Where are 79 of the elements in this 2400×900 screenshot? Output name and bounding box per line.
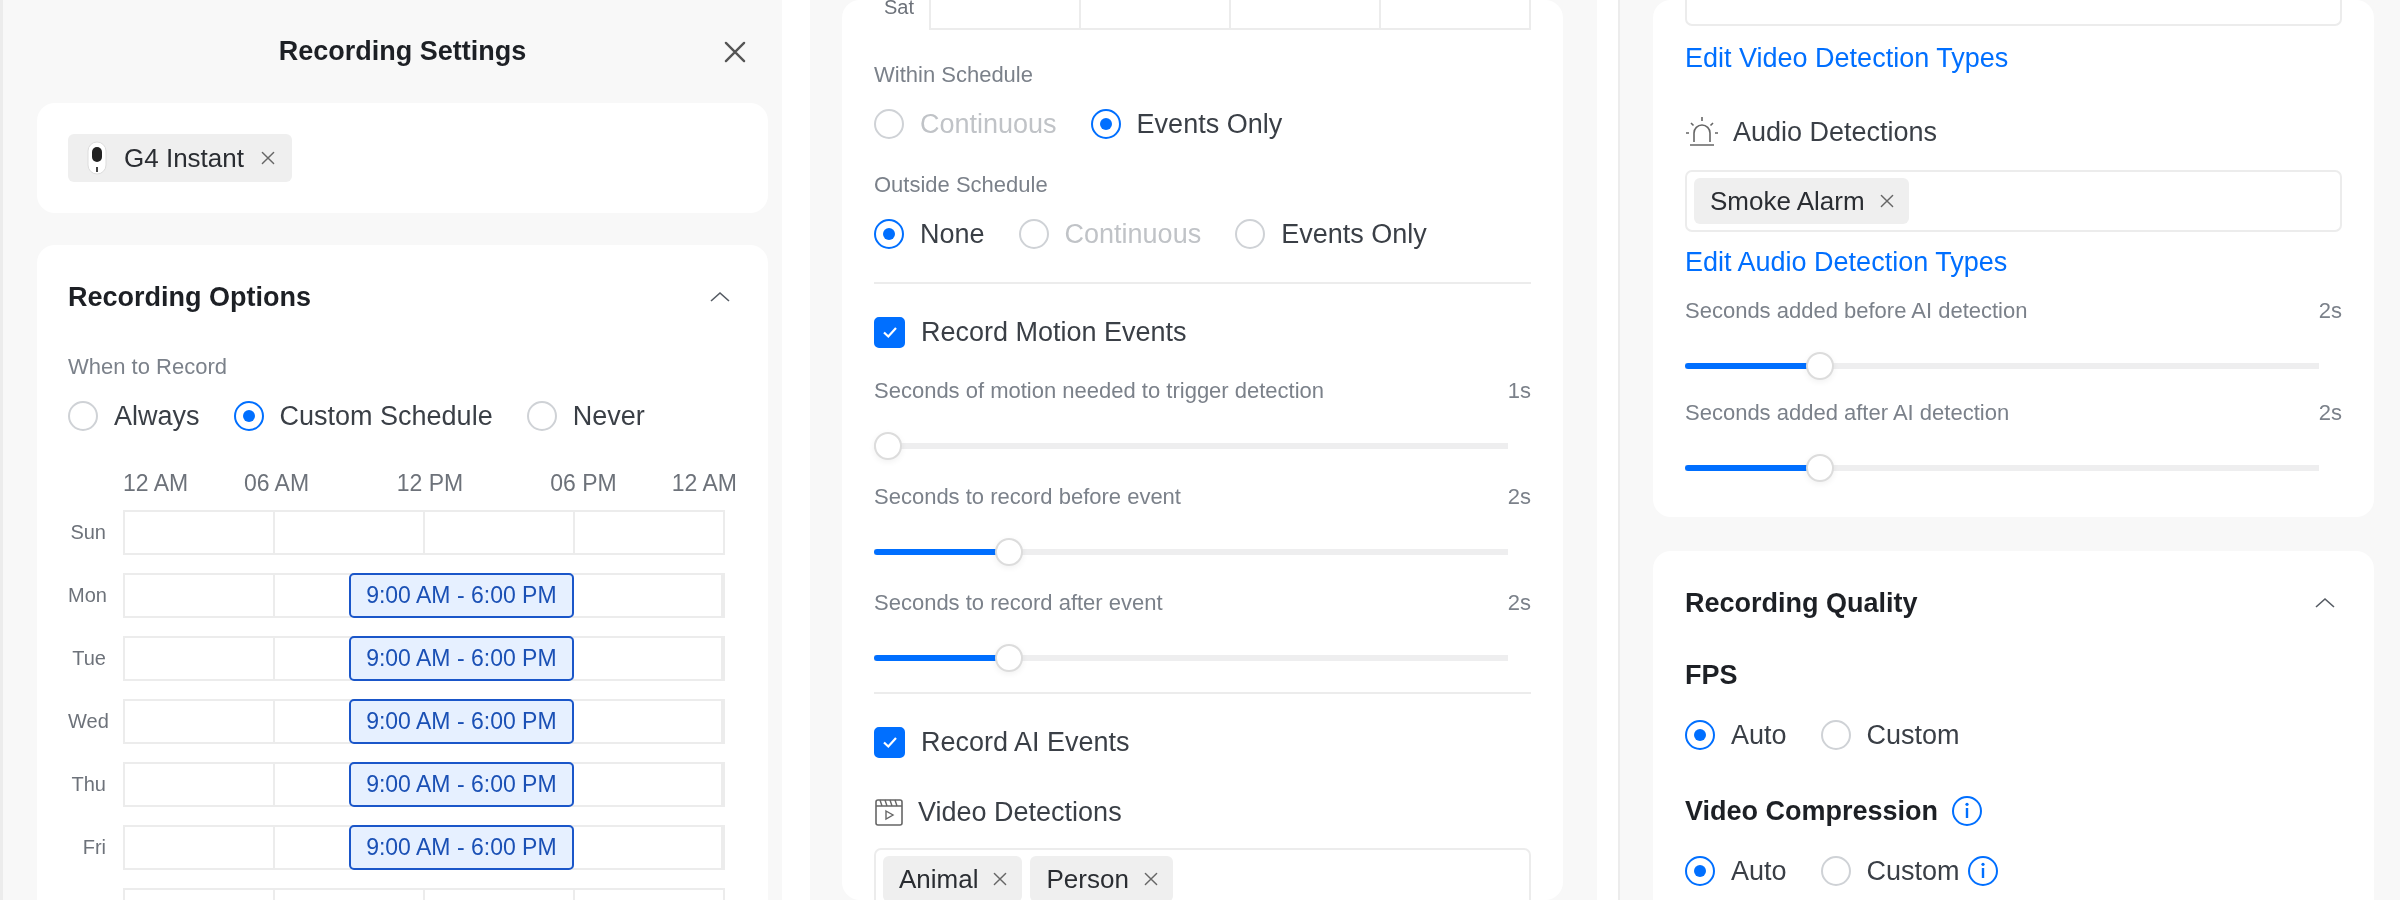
time-label: 12 AM [123, 470, 189, 497]
tag-label: Animal [899, 863, 979, 895]
schedule-block[interactable]: 9:00 AM - 6:00 PM [349, 699, 574, 744]
video-icon [874, 797, 904, 827]
info-icon[interactable] [1951, 795, 1984, 827]
radio-option[interactable]: Custom [1820, 719, 1960, 751]
schedule-block[interactable]: 9:00 AM - 6:00 PM [349, 825, 574, 870]
radio-option[interactable]: Always [68, 400, 200, 432]
section-title: Recording Options [68, 281, 311, 313]
radio-option[interactable]: Never [526, 400, 645, 432]
slider-label: Seconds added before AI detection [1685, 297, 2028, 325]
edit-link[interactable]: Edit Video Detection Types [1685, 42, 2342, 74]
day-label: Mon [68, 584, 106, 607]
checkbox[interactable] [874, 726, 905, 758]
radio-button[interactable] [1685, 856, 1715, 886]
slider-label: Seconds of motion needed to trigger detection [874, 377, 1325, 405]
day-label: Wed [68, 710, 106, 733]
info-icon[interactable] [1966, 855, 1999, 887]
radio-button[interactable] [874, 219, 904, 249]
field-label: Outside Schedule [874, 171, 1049, 199]
time-label: 06 PM [550, 470, 617, 497]
close-icon[interactable] [992, 871, 1009, 887]
alarm-light-icon [1685, 115, 1719, 149]
radio-option[interactable]: Custom Schedule [233, 400, 493, 432]
checkbox-option[interactable]: Record AI Events [874, 720, 1531, 764]
day-label: Tue [71, 647, 106, 670]
radio-option[interactable]: Auto [1685, 719, 1787, 751]
day-label: Fri [81, 836, 106, 859]
checkbox-option[interactable]: Record Motion Events [874, 310, 1531, 354]
tag-input-field[interactable]: Smoke Alarm [1685, 170, 2342, 232]
radio-option[interactable]: None [874, 218, 985, 250]
slider-label: Seconds to record before event [874, 483, 1181, 511]
section-label: Audio Detections [1733, 116, 1938, 148]
slider-label: Seconds added after AI detection [1685, 399, 2010, 427]
tag-label: Smoke Alarm [1710, 185, 1865, 217]
close-icon[interactable] [1142, 871, 1159, 887]
time-label: 12 PM [396, 470, 464, 497]
slider-thumb[interactable] [1806, 352, 1835, 380]
checkbox[interactable] [874, 316, 905, 348]
slider-label: Seconds to record after event [874, 589, 1163, 617]
slider-thumb[interactable] [995, 644, 1024, 672]
panel-title: Recording Settings [278, 36, 527, 67]
tag-label: Person [1046, 863, 1129, 895]
time-label: 12 AM [671, 470, 737, 497]
slider-thumb[interactable] [1806, 454, 1835, 482]
section-label: Video Detections [918, 796, 1122, 828]
radio-button[interactable] [233, 401, 264, 431]
slider-value: 2s [2318, 399, 2342, 427]
field-label: Video Compression [1685, 795, 1939, 827]
schedule-block[interactable]: 9:00 AM - 6:00 PM [349, 573, 574, 618]
slider-thumb[interactable] [995, 538, 1024, 566]
device-name: G4 Instant [124, 142, 244, 174]
slider-value: 2s [2318, 297, 2342, 325]
slider-value: 2s [1507, 589, 1531, 617]
close-icon[interactable] [1878, 193, 1895, 209]
close-icon[interactable] [722, 39, 748, 65]
edit-link[interactable]: Edit Audio Detection Types [1685, 246, 2342, 278]
radio-button[interactable] [1685, 720, 1715, 750]
field-label: FPS [1685, 659, 1738, 691]
radio-button[interactable] [1090, 109, 1121, 139]
tag-input-field[interactable]: Animal Person [874, 848, 1531, 900]
slider-thumb[interactable] [874, 432, 902, 460]
slider-value: 1s [1507, 377, 1531, 405]
section-title: Recording Quality [1685, 587, 1918, 619]
radio-option[interactable]: Events Only [1090, 108, 1283, 140]
radio-option[interactable]: Custom [1820, 855, 1960, 887]
schedule-block[interactable]: 9:00 AM - 6:00 PM [349, 762, 574, 807]
radio-option[interactable]: Auto [1685, 855, 1787, 887]
field-label: Within Schedule [874, 61, 1034, 89]
field-label: When to Record [68, 353, 228, 381]
radio-option[interactable]: Events Only [1235, 218, 1427, 250]
schedule-block[interactable]: 9:00 AM - 6:00 PM [349, 636, 574, 681]
time-label: 06 AM [243, 470, 310, 497]
camera-icon [86, 141, 108, 175]
day-label: Sun [69, 521, 106, 544]
slider-value: 2s [1507, 483, 1531, 511]
day-label: Sat [882, 0, 914, 19]
day-label: Thu [70, 773, 106, 796]
close-icon[interactable] [259, 150, 276, 166]
